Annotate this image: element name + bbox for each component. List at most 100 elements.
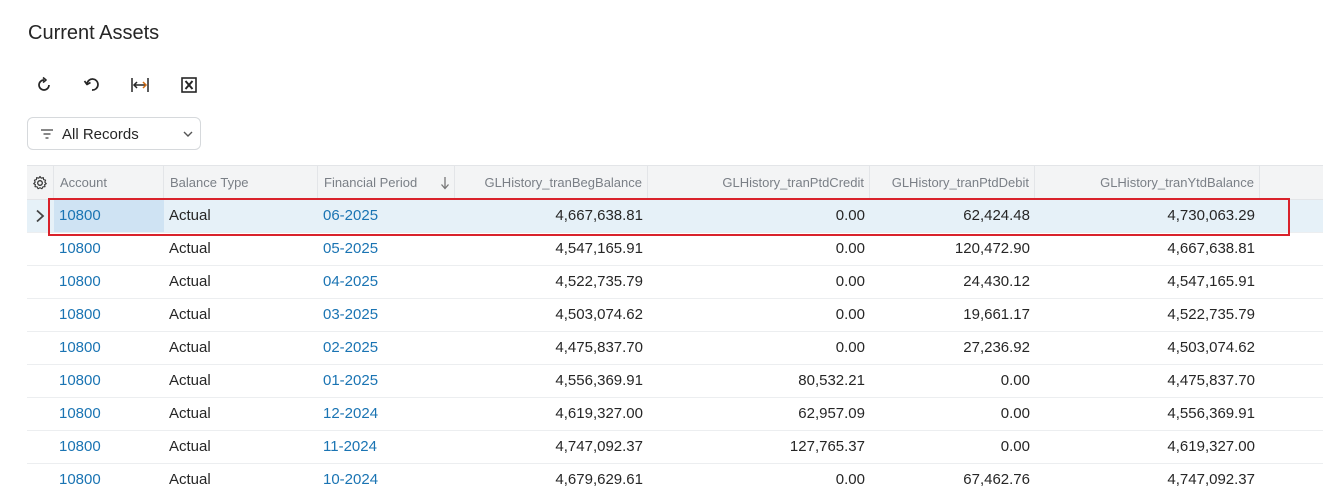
page-title: Current Assets (28, 22, 160, 44)
financial-period-link[interactable]: 03-2025 (318, 299, 455, 331)
financial-period-link[interactable]: 04-2025 (318, 266, 455, 298)
refresh-button[interactable] (28, 70, 60, 100)
filter-icon (41, 129, 53, 139)
table-row[interactable]: 10800 Actual 06-2025 4,667,638.81 0.00 62,424… (27, 200, 1323, 233)
ptd-credit-cell: 0.00 (835, 273, 865, 290)
table-row[interactable]: 10800 Actual 11-2024 4,747,092.37 127,765.37… (27, 431, 1323, 464)
ptd-debit-cell: 62,424.48 (963, 207, 1030, 224)
undo-icon (83, 78, 99, 91)
account-link[interactable]: 10800 (54, 431, 164, 463)
table-row[interactable]: 10800 Actual 04-2025 4,522,735.79 0.00 24,430… (27, 266, 1323, 299)
filter-label: All Records (62, 126, 139, 143)
ytd-balance-cell: 4,547,165.91 (1167, 273, 1255, 290)
beg-balance-cell: 4,556,369.91 (555, 372, 643, 389)
ytd-balance-cell: 4,619,327.00 (1167, 438, 1255, 455)
ptd-credit-cell: 127,765.37 (789, 438, 865, 455)
financial-period-link[interactable]: 06-2025 (318, 200, 455, 232)
table-row[interactable]: 10800 Actual 10-2024 4,679,629.61 0.00 67,462… (27, 464, 1323, 492)
account-link[interactable]: 10800 (54, 266, 164, 298)
table-row[interactable]: 10800 Actual 05-2025 4,547,165.91 0.00 120,47… (27, 233, 1323, 266)
account-link[interactable]: 10800 (54, 398, 164, 430)
current-assets-page: Current Assets All Records Account Balan… (0, 0, 1323, 492)
balance-type-cell: Actual (169, 339, 211, 356)
account-link[interactable]: 10800 (54, 233, 164, 265)
data-grid: Account Balance Type Financial Period GL… (27, 165, 1323, 492)
column-header-filler (1260, 166, 1323, 199)
account-link[interactable]: 10800 (54, 200, 164, 232)
export-excel-button[interactable] (173, 70, 205, 100)
row-selector[interactable] (27, 365, 54, 397)
ptd-credit-cell: 0.00 (835, 240, 865, 257)
ptd-credit-cell: 62,957.09 (798, 405, 865, 422)
table-row[interactable]: 10800 Actual 02-2025 4,475,837.70 0.00 27,236… (27, 332, 1323, 365)
beg-balance-cell: 4,503,074.62 (555, 306, 643, 323)
column-header-beg-balance[interactable]: GLHistory_tranBegBalance (455, 166, 648, 199)
balance-type-cell: Actual (169, 240, 211, 257)
row-selector[interactable] (27, 266, 54, 298)
row-selector[interactable] (27, 200, 54, 232)
fit-columns-button[interactable] (124, 70, 156, 100)
account-link[interactable]: 10800 (54, 332, 164, 364)
beg-balance-cell: 4,522,735.79 (555, 273, 643, 290)
ptd-debit-cell: 120,472.90 (954, 240, 1030, 257)
ytd-balance-cell: 4,747,092.37 (1167, 471, 1255, 488)
row-selector[interactable] (27, 233, 54, 265)
grid-header: Account Balance Type Financial Period GL… (27, 165, 1323, 200)
balance-type-cell: Actual (169, 372, 211, 389)
chevron-down-icon (183, 131, 193, 137)
ptd-debit-cell: 27,236.92 (963, 339, 1030, 356)
table-row[interactable]: 10800 Actual 03-2025 4,503,074.62 0.00 19,661… (27, 299, 1323, 332)
financial-period-link[interactable]: 12-2024 (318, 398, 455, 430)
account-link[interactable]: 10800 (54, 464, 164, 492)
financial-period-link[interactable]: 10-2024 (318, 464, 455, 492)
balance-type-cell: Actual (169, 471, 211, 488)
ptd-debit-cell: 24,430.12 (963, 273, 1030, 290)
column-header-ytd-balance[interactable]: GLHistory_tranYtdBalance (1035, 166, 1260, 199)
filter-dropdown[interactable]: All Records (27, 117, 201, 150)
balance-type-cell: Actual (169, 207, 211, 224)
row-selector[interactable] (27, 431, 54, 463)
row-selector[interactable] (27, 398, 54, 430)
column-header-financial-period-label: Financial Period (324, 175, 418, 190)
ytd-balance-cell: 4,475,837.70 (1167, 372, 1255, 389)
column-header-financial-period[interactable]: Financial Period (318, 166, 455, 199)
financial-period-link[interactable]: 02-2025 (318, 332, 455, 364)
chevron-right-icon (36, 209, 45, 223)
column-header-ptd-credit[interactable]: GLHistory_tranPtdCredit (648, 166, 870, 199)
financial-period-link[interactable]: 11-2024 (318, 431, 455, 463)
undo-button[interactable] (76, 70, 108, 100)
beg-balance-cell: 4,667,638.81 (555, 207, 643, 224)
row-selector[interactable] (27, 464, 54, 492)
ytd-balance-cell: 4,503,074.62 (1167, 339, 1255, 356)
ptd-debit-cell: 19,661.17 (963, 306, 1030, 323)
row-selector[interactable] (27, 332, 54, 364)
ptd-debit-cell: 0.00 (1000, 372, 1030, 389)
table-row[interactable]: 10800 Actual 12-2024 4,619,327.00 62,957.09 0… (27, 398, 1323, 431)
financial-period-link[interactable]: 01-2025 (318, 365, 455, 397)
financial-period-link[interactable]: 05-2025 (318, 233, 455, 265)
column-header-balance-type[interactable]: Balance Type (164, 166, 318, 199)
fit-columns-icon (131, 78, 149, 92)
ytd-balance-cell: 4,730,063.29 (1167, 207, 1255, 224)
ptd-debit-cell: 0.00 (1000, 438, 1030, 455)
refresh-icon (38, 76, 50, 91)
ptd-credit-cell: 0.00 (835, 306, 865, 323)
beg-balance-cell: 4,679,629.61 (555, 471, 643, 488)
account-link[interactable]: 10800 (54, 365, 164, 397)
table-row[interactable]: 10800 Actual 01-2025 4,556,369.91 80,532.21 0… (27, 365, 1323, 398)
beg-balance-cell: 4,547,165.91 (555, 240, 643, 257)
sort-down-arrow-icon (441, 177, 449, 190)
ytd-balance-cell: 4,522,735.79 (1167, 306, 1255, 323)
ytd-balance-cell: 4,556,369.91 (1167, 405, 1255, 422)
ptd-debit-cell: 0.00 (1000, 405, 1030, 422)
balance-type-cell: Actual (169, 306, 211, 323)
gear-icon (33, 175, 47, 189)
ptd-credit-cell: 0.00 (835, 339, 865, 356)
grid-settings-button[interactable] (27, 166, 54, 199)
column-header-account[interactable]: Account (54, 166, 164, 199)
balance-type-cell: Actual (169, 273, 211, 290)
account-link[interactable]: 10800 (54, 299, 164, 331)
row-selector[interactable] (27, 299, 54, 331)
ptd-credit-cell: 80,532.21 (798, 372, 865, 389)
column-header-ptd-debit[interactable]: GLHistory_tranPtdDebit (870, 166, 1035, 199)
